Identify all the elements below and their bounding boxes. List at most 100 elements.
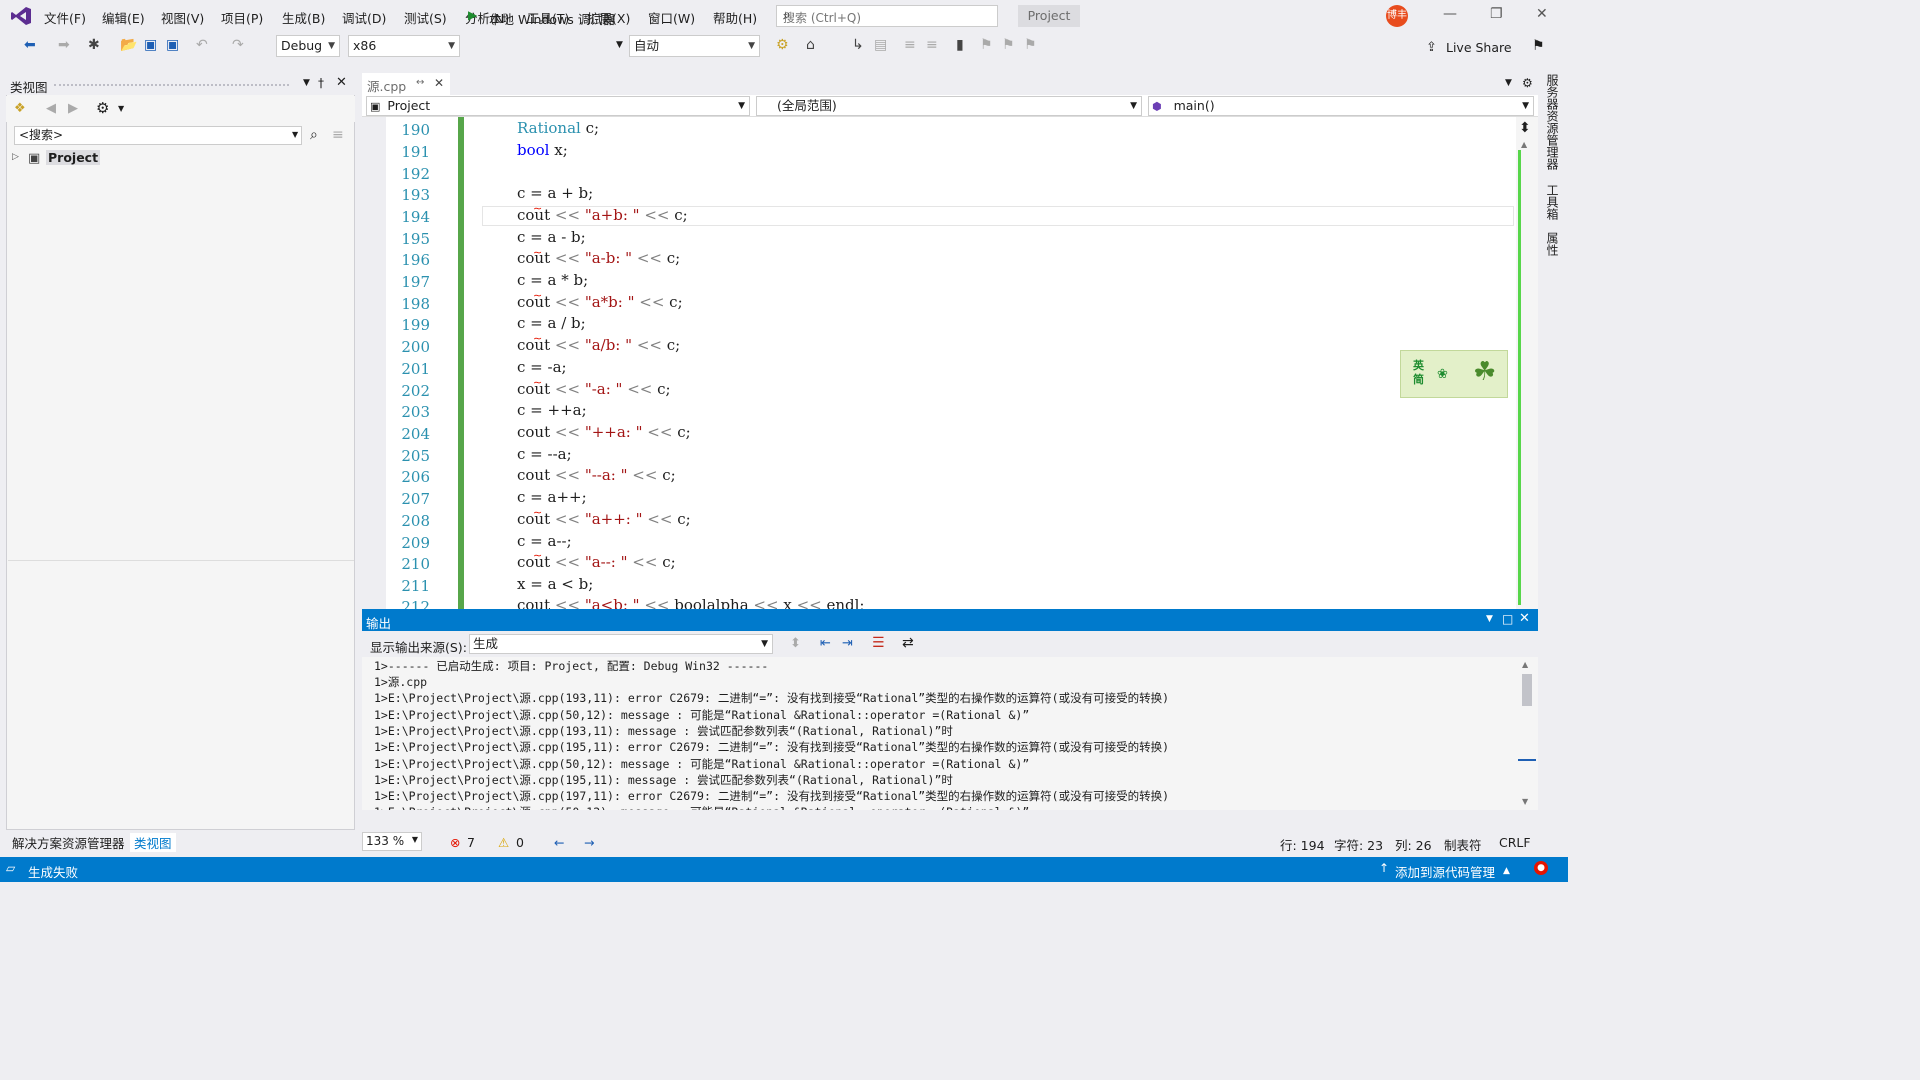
- warning-count[interactable]: 0: [516, 835, 524, 850]
- code-line[interactable]: c = -a;: [517, 358, 567, 376]
- search-options-icon[interactable]: ≡: [332, 127, 344, 143]
- indicator-margin[interactable]: [362, 117, 386, 609]
- live-share-button[interactable]: Live Share: [1446, 40, 1512, 55]
- account-avatar[interactable]: 博丰: [1386, 5, 1408, 27]
- prev-message-icon[interactable]: ⇤: [820, 636, 831, 651]
- notification-icon[interactable]: ●: [1534, 861, 1548, 875]
- scope-dropdown[interactable]: (全局范围) ▼: [756, 96, 1142, 116]
- chevron-down-icon[interactable]: ▼: [118, 104, 124, 113]
- menu-window[interactable]: 窗口(W): [648, 8, 695, 27]
- code-line[interactable]: c = a / b;: [517, 314, 586, 332]
- warning-icon[interactable]: ⚠: [498, 835, 509, 850]
- chevron-down-icon[interactable]: ▼: [1486, 614, 1493, 624]
- open-folder-icon[interactable]: 📂: [120, 37, 137, 53]
- home-icon[interactable]: ⌂: [806, 37, 815, 53]
- class-view-search-input[interactable]: <搜索>: [14, 126, 302, 145]
- pin-icon[interactable]: ↔: [416, 77, 424, 88]
- menu-project[interactable]: 项目(P): [221, 8, 263, 27]
- platform-select[interactable]: x86 ▼: [348, 35, 460, 57]
- close-panel-icon[interactable]: ✕: [1519, 611, 1530, 626]
- code-line[interactable]: c = --a;: [517, 445, 572, 463]
- back-icon[interactable]: ⬅: [24, 37, 36, 53]
- new-project-icon[interactable]: ✱: [88, 37, 100, 53]
- tab-toolbox[interactable]: 工具箱: [1544, 184, 1561, 220]
- tab-properties[interactable]: 属性: [1544, 232, 1561, 256]
- navigate-forward-icon[interactable]: →: [584, 835, 594, 850]
- word-wrap-icon[interactable]: ⇄: [902, 635, 914, 651]
- expand-arrow-icon[interactable]: ▷: [12, 152, 19, 162]
- close-panel-icon[interactable]: ✕: [336, 75, 347, 90]
- save-all-icon[interactable]: ▣: [166, 37, 179, 53]
- code-line[interactable]: c = ++a;: [517, 401, 587, 419]
- panel-splitter[interactable]: [8, 560, 354, 561]
- error-icon[interactable]: ⊗: [450, 835, 460, 850]
- scroll-up-icon[interactable]: ▲: [1521, 140, 1527, 149]
- scroll-up-icon[interactable]: ▲: [1522, 660, 1528, 669]
- member-dropdown[interactable]: ⬢ main() ▼: [1148, 96, 1534, 116]
- indent-mode[interactable]: 制表符: [1444, 835, 1482, 854]
- chevron-down-icon[interactable]: ▼: [1505, 78, 1512, 88]
- settings-gear-icon[interactable]: ⚙: [1522, 76, 1533, 90]
- clear-all-icon[interactable]: ☰: [872, 635, 885, 651]
- code-line[interactable]: c = a++;: [517, 488, 587, 506]
- settings-gear-icon[interactable]: ⚙: [96, 99, 109, 117]
- bookmark-icon[interactable]: ▮: [956, 37, 964, 53]
- restore-icon[interactable]: ❐: [1490, 6, 1503, 22]
- menu-edit[interactable]: 编辑(E): [102, 8, 145, 27]
- chevron-down-icon[interactable]: ▼: [292, 130, 298, 139]
- feedback-icon[interactable]: ⚑: [1532, 38, 1545, 54]
- comment-icon[interactable]: ≡: [904, 37, 916, 53]
- prev-bookmark-icon[interactable]: ⚑: [980, 37, 993, 53]
- upload-icon[interactable]: ↑: [1379, 861, 1389, 875]
- redo-icon[interactable]: ↷: [232, 37, 244, 53]
- code-line[interactable]: cout << "--a: " << c;: [517, 466, 676, 484]
- navigate-back-icon[interactable]: ←: [554, 835, 564, 850]
- start-debugging-icon[interactable]: ▶: [468, 8, 477, 22]
- solution-config-select[interactable]: Debug ▼: [276, 35, 340, 57]
- zoom-select[interactable]: 133 % ▼: [362, 832, 422, 851]
- pin-icon[interactable]: †: [318, 76, 324, 90]
- find-message-icon[interactable]: ⬍: [790, 636, 801, 651]
- next-bookmark-icon[interactable]: ⚑: [1002, 37, 1015, 53]
- menu-file[interactable]: 文件(F): [44, 8, 86, 27]
- menu-build[interactable]: 生成(B): [282, 8, 325, 27]
- error-count[interactable]: 7: [467, 835, 475, 850]
- layout-icon[interactable]: ▤: [874, 37, 887, 53]
- start-debugging-button[interactable]: 本地 Windows 调试器: [489, 9, 615, 28]
- code-line[interactable]: c = a + b;: [517, 184, 593, 202]
- code-line[interactable]: cout << "a+b: " << c;: [517, 206, 688, 224]
- code-line[interactable]: c = a * b;: [517, 271, 588, 289]
- next-message-icon[interactable]: ⇥: [842, 636, 853, 651]
- back-icon[interactable]: ◀: [46, 101, 56, 116]
- code-line[interactable]: c = a - b;: [517, 228, 586, 246]
- forward-icon[interactable]: ▶: [68, 101, 78, 116]
- close-icon[interactable]: ✕: [1536, 6, 1548, 22]
- tab-class-view[interactable]: 类视图: [130, 833, 176, 852]
- code-line[interactable]: cout << "++a: " << c;: [517, 423, 691, 441]
- save-icon[interactable]: ▣: [144, 37, 157, 53]
- close-tab-icon[interactable]: ✕: [434, 76, 444, 90]
- minimize-icon[interactable]: —: [1443, 6, 1457, 22]
- chevron-up-icon[interactable]: ▲: [1503, 866, 1510, 876]
- ime-toolbar[interactable]: 英 简 ❀ ☘: [1400, 350, 1508, 398]
- add-to-source-control-button[interactable]: 添加到源代码管理: [1395, 862, 1495, 881]
- quick-search-input[interactable]: 搜索 (Ctrl+Q) ⌕: [776, 5, 998, 27]
- split-icon[interactable]: ⬍: [1519, 120, 1531, 136]
- tree-item-project[interactable]: Project: [46, 150, 101, 165]
- step-icon[interactable]: ↳: [852, 37, 864, 53]
- uncomment-icon[interactable]: ≡: [926, 37, 938, 53]
- debug-target-select[interactable]: 自动 ▼: [629, 35, 760, 57]
- tab-solution-explorer[interactable]: 解决方案资源管理器: [12, 833, 125, 852]
- menu-debug[interactable]: 调试(D): [342, 8, 386, 27]
- clear-bookmarks-icon[interactable]: ⚑: [1024, 37, 1037, 53]
- code-line[interactable]: x = a < b;: [517, 575, 593, 593]
- panel-grip[interactable]: [54, 84, 289, 87]
- code-line[interactable]: c = a--;: [517, 532, 572, 550]
- scroll-down-icon[interactable]: ▼: [1522, 797, 1528, 806]
- code-line[interactable]: Rational c;: [517, 119, 599, 137]
- menu-help[interactable]: 帮助(H): [713, 8, 757, 27]
- line-ending[interactable]: CRLF: [1499, 835, 1531, 850]
- tab-server-explorer[interactable]: 服务器资源管理器: [1544, 74, 1561, 170]
- code-line[interactable]: bool x;: [517, 141, 568, 159]
- scroll-thumb[interactable]: [1522, 674, 1532, 706]
